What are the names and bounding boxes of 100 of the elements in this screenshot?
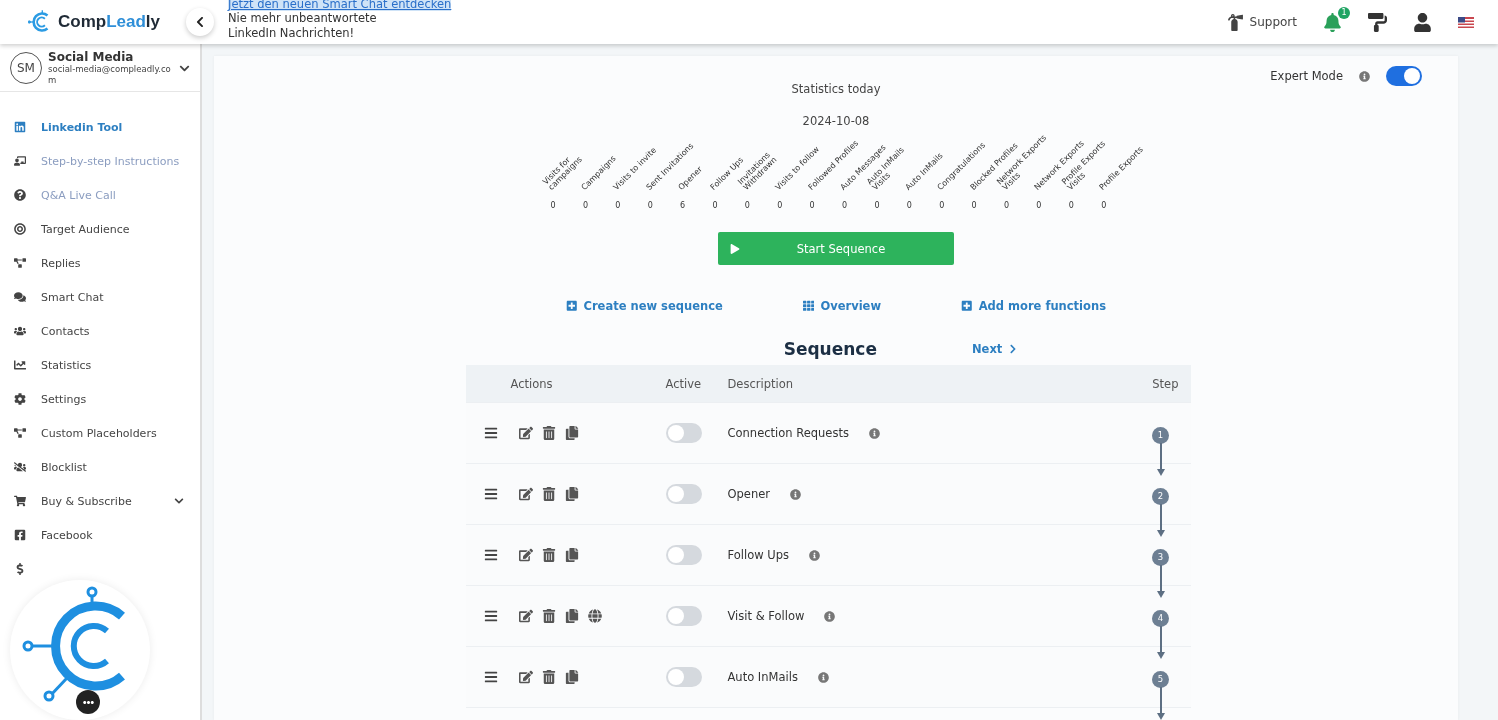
- sidebar-item[interactable]: Statistics: [0, 348, 200, 382]
- active-toggle[interactable]: [665, 423, 702, 443]
- stat-value: 0: [873, 201, 881, 210]
- sidebar-item[interactable]: Target Audience: [0, 212, 200, 246]
- flag-button[interactable]: [1458, 16, 1474, 28]
- stat-value: 0: [938, 201, 946, 210]
- copy-icon[interactable]: [564, 487, 579, 501]
- stat-value: 0: [549, 201, 557, 210]
- info-icon[interactable]: [868, 427, 880, 439]
- active-toggle[interactable]: [665, 484, 702, 504]
- collapse-sidebar-button[interactable]: [186, 8, 214, 36]
- info-icon[interactable]: [808, 549, 820, 561]
- globe-icon[interactable]: [587, 609, 602, 623]
- action-link[interactable]: Add more functions: [961, 299, 1106, 313]
- trash-icon[interactable]: [541, 487, 556, 501]
- active-toggle[interactable]: [665, 606, 702, 626]
- sidebar-item[interactable]: Facebook: [0, 518, 200, 552]
- target-icon: [14, 223, 26, 235]
- edit-icon[interactable]: [518, 426, 533, 440]
- stat-value: 0: [808, 201, 816, 210]
- step-description: Opener: [727, 487, 771, 501]
- copy-icon[interactable]: [564, 670, 579, 684]
- sidebar-item[interactable]: Replies: [0, 246, 200, 280]
- step-number: 5: [1152, 670, 1169, 688]
- info-icon[interactable]: [790, 488, 802, 500]
- plus-icon: [566, 300, 578, 312]
- info-icon[interactable]: [1359, 70, 1370, 82]
- step-number: 3: [1152, 548, 1169, 566]
- paint-roller-button[interactable]: [1368, 12, 1387, 32]
- sidebar-item[interactable]: Contacts: [0, 314, 200, 348]
- dollar-icon[interactable]: [14, 563, 26, 575]
- edit-icon[interactable]: [518, 548, 533, 562]
- sidebar-item[interactable]: Custom Placeholders: [0, 416, 200, 450]
- stat-value: 0: [1100, 201, 1108, 210]
- edit-icon[interactable]: [518, 670, 533, 684]
- question-icon: [14, 189, 26, 201]
- account-email: social-media@compleadly.co m: [48, 64, 172, 86]
- step-number: 1: [1152, 426, 1169, 444]
- drag-handle-icon[interactable]: [484, 487, 498, 501]
- edit-icon[interactable]: [518, 609, 533, 623]
- active-toggle[interactable]: [665, 545, 702, 565]
- step-description: Follow Ups: [727, 548, 789, 562]
- drag-handle-icon[interactable]: [484, 426, 498, 440]
- promo-link[interactable]: Jetzt den neuen Smart Chat entdecken: [228, 0, 452, 11]
- trash-icon[interactable]: [541, 426, 556, 440]
- sidebar-item[interactable]: Buy & Subscribe: [0, 484, 200, 518]
- arrow-down-icon: [1156, 626, 1165, 660]
- stat-value: 0: [646, 201, 654, 210]
- stat-value: 0: [711, 201, 719, 210]
- stat-value: 0: [1067, 201, 1075, 210]
- info-icon[interactable]: [824, 610, 836, 622]
- copy-icon[interactable]: [564, 609, 579, 623]
- expert-mode-toggle[interactable]: [1386, 66, 1422, 86]
- trash-icon[interactable]: [541, 609, 556, 623]
- users-icon: [14, 325, 26, 337]
- plus-icon: [961, 300, 973, 312]
- stat-value: 0: [905, 201, 913, 210]
- info-icon[interactable]: [817, 671, 829, 683]
- chart-icon: [14, 359, 26, 371]
- more-button[interactable]: [76, 690, 100, 714]
- support-button[interactable]: Support: [1226, 13, 1297, 31]
- trash-icon[interactable]: [541, 670, 556, 684]
- next-link[interactable]: Next: [971, 342, 1019, 356]
- column-header: Step: [1151, 376, 1180, 391]
- chevron-left-icon: [194, 16, 206, 28]
- stat-value: 0: [970, 201, 978, 210]
- copy-icon[interactable]: [564, 426, 579, 440]
- stat-value: 0: [581, 201, 589, 210]
- sequence-title: Sequence: [783, 339, 877, 359]
- drag-handle-icon[interactable]: [484, 548, 498, 562]
- play-icon: [730, 243, 740, 254]
- notification-badge: 1: [1338, 6, 1350, 19]
- facebook-icon: [14, 529, 26, 541]
- linkedin-icon: [14, 121, 26, 133]
- drag-handle-icon[interactable]: [484, 609, 498, 623]
- account-name: Social Media: [48, 50, 135, 64]
- stats-date: 2024-10-08: [802, 114, 870, 128]
- arrow-down-icon: [1156, 565, 1165, 599]
- expert-mode-label: Expert Mode: [1270, 69, 1343, 83]
- notifications-button[interactable]: [1323, 12, 1342, 32]
- step-number: 2: [1152, 487, 1169, 505]
- diagram-icon: [14, 257, 26, 269]
- edit-icon[interactable]: [518, 487, 533, 501]
- step-number: 4: [1152, 609, 1169, 627]
- step-description: Auto InMails: [727, 670, 798, 684]
- trash-icon[interactable]: [541, 548, 556, 562]
- sidebar-item[interactable]: Settings: [0, 382, 200, 416]
- action-link[interactable]: Create new sequence: [566, 299, 723, 313]
- copy-icon[interactable]: [564, 548, 579, 562]
- drag-handle-icon[interactable]: [484, 670, 498, 684]
- action-link[interactable]: Overview: [802, 299, 882, 313]
- stat-value: 0: [1035, 201, 1043, 210]
- sidebar-item[interactable]: Linkedin Tool: [0, 110, 200, 144]
- user-button[interactable]: [1413, 12, 1432, 32]
- stats-title: Statistics today: [791, 82, 881, 96]
- sidebar-item[interactable]: Blocklist: [0, 450, 200, 484]
- stat-value: 0: [776, 201, 784, 210]
- sidebar-item[interactable]: Smart Chat: [0, 280, 200, 314]
- settings-icon: [14, 393, 26, 405]
- active-toggle[interactable]: [665, 667, 702, 687]
